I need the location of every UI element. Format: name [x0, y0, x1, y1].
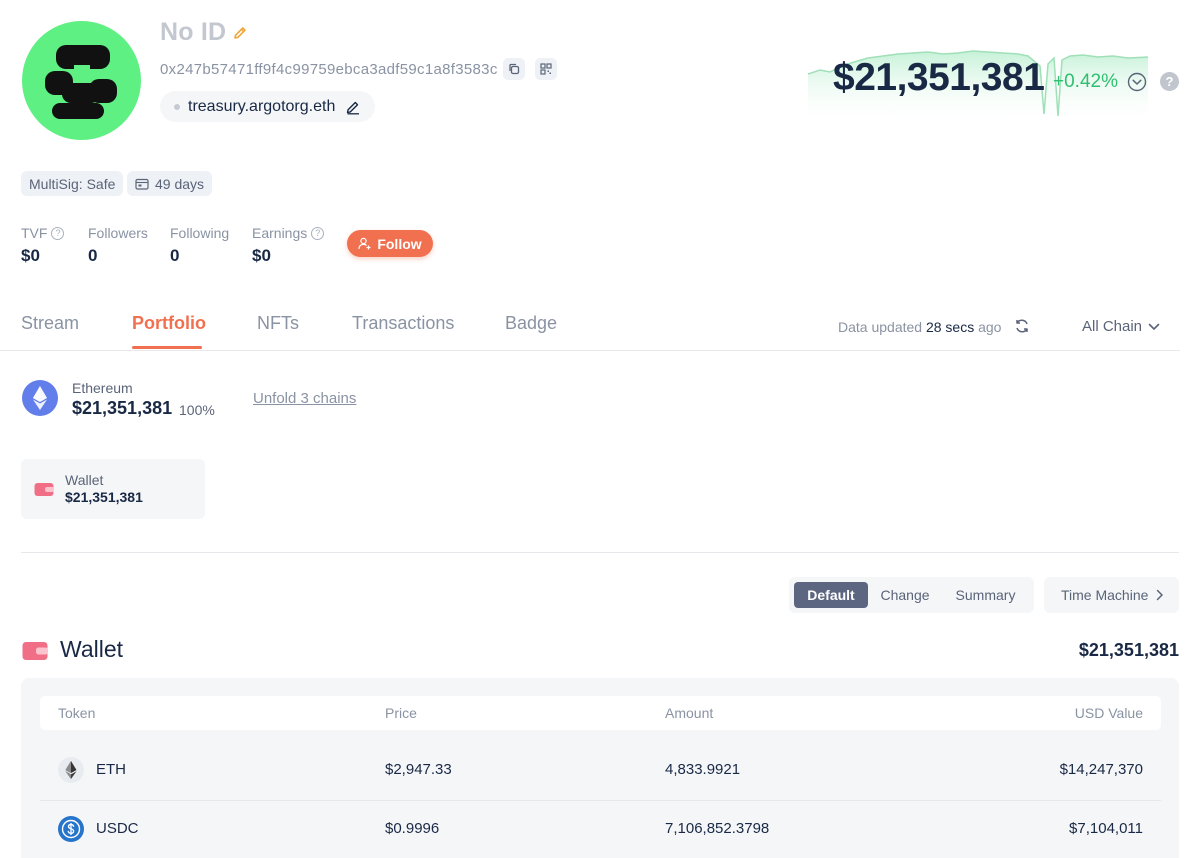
wallet-section-total: $21,351,381 — [1078, 640, 1179, 660]
token-symbol: USDC — [96, 820, 139, 837]
stat-earnings-value: $0 — [252, 246, 271, 265]
column-header-token: Token — [58, 705, 96, 721]
refresh-icon[interactable] — [1014, 318, 1030, 334]
view-mode-switch: Default Change Summary — [789, 577, 1034, 613]
tabs-divider — [0, 350, 1180, 351]
chevron-down-icon — [1148, 323, 1160, 330]
chain-name: Ethereum — [72, 380, 133, 396]
view-default-button[interactable]: Default — [794, 582, 868, 608]
view-change-button[interactable]: Change — [872, 582, 938, 608]
data-updated-status: Data updated 28 secs ago — [838, 319, 1001, 335]
tab-stream[interactable]: Stream — [21, 313, 79, 334]
token-price: $0.9996 — [385, 820, 440, 837]
table-row[interactable]: USDC $0.9996 7,106,852.3798 $7,104,011 — [40, 800, 1161, 858]
stat-tvf-label: TVF — [21, 225, 48, 241]
wallet-section-title: Wallet — [60, 636, 124, 662]
data-updated-time: 28 secs — [925, 319, 975, 335]
stat-followers[interactable]: Followers 0 — [88, 225, 148, 266]
time-machine-label: Time Machine — [1061, 587, 1149, 603]
chain-percent: 100% — [179, 402, 215, 418]
multisig-tag: MultiSig: Safe — [21, 171, 124, 196]
section-divider — [21, 552, 1179, 553]
avatar — [22, 21, 141, 140]
tab-nfts[interactable]: NFTs — [257, 313, 299, 334]
tab-badge[interactable]: Badge — [505, 313, 557, 334]
view-summary-button[interactable]: Summary — [945, 582, 1026, 608]
token-symbol: ETH — [96, 761, 126, 778]
stat-earnings: Earnings? $0 — [252, 225, 325, 266]
tab-portfolio[interactable]: Portfolio — [132, 313, 206, 334]
earnings-info-icon[interactable]: ? — [311, 226, 325, 240]
column-header-usd-value: USD Value — [1074, 705, 1143, 721]
table-row[interactable]: ETH $2,947.33 4,833.9921 $14,247,370 — [40, 741, 1161, 799]
token-usd-value: $7,104,011 — [1069, 820, 1143, 837]
net-worth-value: $21,351,381 — [833, 56, 1045, 99]
copy-icon — [509, 63, 520, 75]
copy-address-button[interactable] — [503, 58, 525, 80]
ethereum-chain-icon — [22, 380, 58, 416]
stat-following-value: 0 — [170, 246, 180, 265]
unfold-chains-link[interactable]: Unfold 3 chains — [253, 390, 356, 407]
wallet-card-label: Wallet — [65, 472, 104, 488]
stat-following[interactable]: Following 0 — [170, 225, 229, 266]
follow-button[interactable]: Follow — [347, 230, 433, 257]
profile-name: No ID — [160, 18, 227, 46]
token-table-header: Token Price Amount USD Value — [40, 696, 1161, 730]
wallet-icon — [34, 483, 54, 496]
active-tab-indicator — [132, 346, 202, 349]
usdc-token-icon — [58, 816, 84, 842]
token-usd-value: $14,247,370 — [1059, 761, 1143, 778]
edit-ens-pencil-icon[interactable] — [345, 99, 361, 115]
net-worth-change: +0.42% — [1053, 71, 1118, 92]
chevron-right-icon — [1157, 589, 1164, 601]
chain-value: $21,351,381 — [72, 398, 173, 418]
token-table: Token Price Amount USD Value ETH $2,947.… — [21, 678, 1179, 858]
column-header-amount: Amount — [665, 705, 714, 721]
user-plus-icon — [358, 237, 371, 250]
tvf-info-icon[interactable]: ? — [51, 226, 65, 240]
stat-followers-value: 0 — [88, 246, 98, 265]
edit-name-pencil-icon[interactable] — [232, 25, 248, 41]
qr-code-button[interactable] — [535, 58, 557, 80]
help-question-icon[interactable]: ? — [1160, 72, 1179, 91]
follow-button-label: Follow — [377, 235, 422, 252]
stat-following-label: Following — [170, 225, 230, 241]
stat-tvf-value: $0 — [21, 246, 40, 265]
time-machine-button[interactable]: Time Machine — [1044, 577, 1179, 613]
ens-status-dot — [174, 103, 180, 110]
stat-earnings-label: Earnings — [252, 225, 308, 241]
eth-token-icon — [58, 757, 84, 783]
wallet-address: 0x247b57471ff9f4c99759ebca3adf59c1a8f358… — [160, 61, 498, 78]
wallet-protocol-card[interactable]: Wallet $21,351,381 — [21, 459, 205, 519]
tab-transactions[interactable]: Transactions — [352, 313, 454, 334]
ens-name: treasury.argotorg.eth — [188, 97, 336, 115]
qr-code-icon — [540, 63, 552, 75]
token-price: $2,947.33 — [385, 761, 452, 778]
chain-filter-label: All Chain — [1082, 318, 1143, 335]
account-age-tag: 49 days — [127, 171, 213, 196]
ens-name-chip[interactable]: treasury.argotorg.eth — [160, 91, 376, 122]
data-updated-prefix: Data updated — [838, 319, 923, 335]
stat-tvf: TVF? $0 — [21, 225, 65, 266]
column-header-price: Price — [385, 705, 417, 721]
token-amount: 4,833.9921 — [665, 761, 741, 778]
calendar-icon — [135, 178, 149, 190]
stat-followers-label: Followers — [88, 225, 148, 241]
chain-filter-dropdown[interactable]: All Chain — [1082, 318, 1160, 335]
chevron-down-circle-icon[interactable] — [1127, 72, 1147, 92]
account-age-text: 49 days — [155, 175, 205, 192]
token-amount: 7,106,852.3798 — [665, 820, 770, 837]
wallet-section-icon — [22, 642, 48, 660]
data-updated-suffix: ago — [978, 319, 1002, 335]
wallet-card-value: $21,351,381 — [65, 489, 143, 505]
avatar-logo-icon — [45, 45, 117, 119]
